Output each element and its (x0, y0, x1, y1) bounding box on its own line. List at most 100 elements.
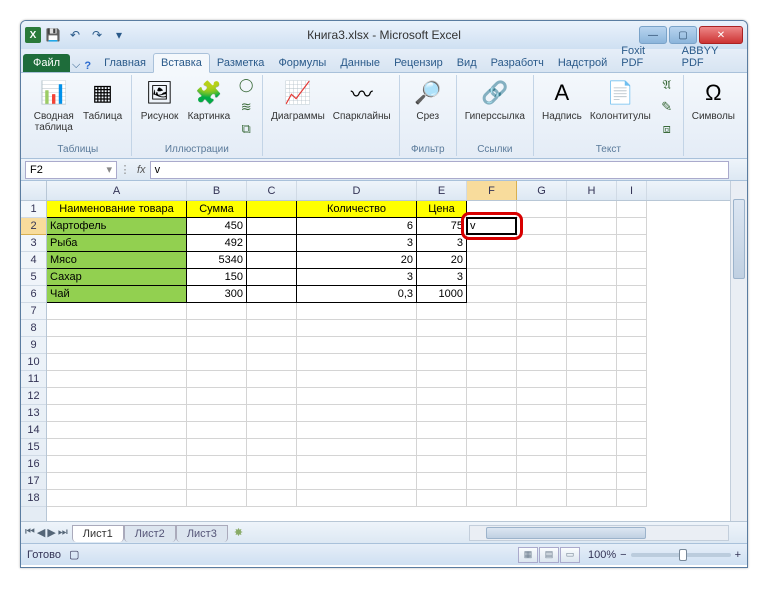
cell[interactable] (417, 371, 467, 388)
cell[interactable]: 3 (417, 235, 467, 252)
cell[interactable] (297, 439, 417, 456)
cell[interactable] (47, 439, 187, 456)
cell[interactable] (617, 354, 647, 371)
column-header[interactable]: C (247, 181, 297, 200)
cell[interactable] (247, 235, 297, 252)
cell[interactable] (417, 320, 467, 337)
cell[interactable]: Сумма (187, 201, 247, 218)
formula-bar[interactable]: v (150, 161, 729, 179)
cell[interactable] (187, 354, 247, 371)
cell[interactable] (617, 269, 647, 286)
cell[interactable] (47, 473, 187, 490)
symbols-button[interactable]: ΩСимволы (690, 75, 737, 124)
cell[interactable] (617, 388, 647, 405)
qat-save-button[interactable]: 💾 (43, 25, 63, 45)
cell[interactable] (517, 201, 567, 218)
cell[interactable] (417, 337, 467, 354)
cell[interactable] (47, 405, 187, 422)
cell[interactable] (187, 320, 247, 337)
cell[interactable] (617, 218, 647, 235)
cell[interactable] (617, 405, 647, 422)
cell[interactable] (187, 490, 247, 507)
cell[interactable]: Сахар (47, 269, 187, 286)
cell[interactable] (567, 371, 617, 388)
cell[interactable]: 492 (187, 235, 247, 252)
cell[interactable] (517, 337, 567, 354)
fx-icon[interactable]: fx (137, 164, 146, 176)
cell[interactable]: 5340 (187, 252, 247, 269)
cell[interactable] (517, 320, 567, 337)
cell[interactable] (187, 473, 247, 490)
wordart-button[interactable]: 𝔄 (657, 75, 677, 95)
sheet-tab[interactable]: Лист2 (124, 525, 176, 542)
cell[interactable] (567, 439, 617, 456)
cell[interactable] (417, 456, 467, 473)
object-button[interactable]: ⧈ (657, 119, 677, 139)
ribbon-tab[interactable]: Вставка (153, 53, 210, 73)
cell[interactable] (517, 286, 567, 303)
row-header[interactable]: 13 (21, 405, 46, 422)
macro-record-icon[interactable]: ▢ (69, 548, 79, 561)
cell[interactable] (567, 490, 617, 507)
cell[interactable] (617, 422, 647, 439)
cell[interactable]: 0,3 (297, 286, 417, 303)
cell[interactable] (247, 218, 297, 235)
cell[interactable] (297, 490, 417, 507)
cell[interactable]: 20 (297, 252, 417, 269)
screenshot-button[interactable]: ⧉ (236, 119, 256, 139)
cell[interactable]: 3 (297, 235, 417, 252)
cell[interactable] (567, 422, 617, 439)
scrollbar-thumb[interactable] (733, 199, 745, 279)
cell[interactable] (467, 371, 517, 388)
cell[interactable]: 6 (297, 218, 417, 235)
cell[interactable] (47, 303, 187, 320)
cell[interactable] (297, 303, 417, 320)
cell[interactable]: Мясо (47, 252, 187, 269)
sigline-button[interactable]: ✎ (657, 97, 677, 117)
cell[interactable] (47, 388, 187, 405)
cell[interactable] (417, 473, 467, 490)
cell[interactable] (467, 320, 517, 337)
cell[interactable] (567, 286, 617, 303)
row-header[interactable]: 11 (21, 371, 46, 388)
cell[interactable] (617, 286, 647, 303)
cell[interactable] (247, 422, 297, 439)
cell[interactable] (417, 439, 467, 456)
cell[interactable] (417, 354, 467, 371)
cell[interactable] (467, 456, 517, 473)
cell[interactable] (517, 269, 567, 286)
cell[interactable] (467, 473, 517, 490)
cell[interactable] (517, 371, 567, 388)
cell[interactable] (297, 320, 417, 337)
cell[interactable] (617, 252, 647, 269)
ribbon-tab[interactable]: Foxit PDF (614, 42, 674, 72)
cell[interactable] (187, 388, 247, 405)
cell[interactable] (47, 456, 187, 473)
new-sheet-button[interactable]: ✸ (228, 524, 249, 541)
column-header[interactable]: H (567, 181, 617, 200)
cell[interactable] (517, 405, 567, 422)
cell[interactable] (47, 320, 187, 337)
cell[interactable] (417, 490, 467, 507)
sheet-nav-last[interactable]: ⏭ (58, 526, 68, 539)
cell[interactable] (617, 303, 647, 320)
cell[interactable] (517, 439, 567, 456)
cell[interactable] (417, 422, 467, 439)
cell[interactable]: 3 (297, 269, 417, 286)
view-normal-button[interactable]: ▦ (518, 547, 538, 563)
cell[interactable] (47, 422, 187, 439)
ribbon-tab[interactable]: Формулы (271, 54, 333, 72)
cell[interactable] (617, 371, 647, 388)
cell[interactable] (567, 388, 617, 405)
cell[interactable] (567, 456, 617, 473)
cell[interactable] (467, 354, 517, 371)
row-header[interactable]: 6 (21, 286, 46, 303)
cell[interactable] (467, 201, 517, 218)
cell[interactable] (467, 235, 517, 252)
view-layout-button[interactable]: ▤ (539, 547, 559, 563)
cell[interactable] (617, 473, 647, 490)
cell[interactable] (467, 269, 517, 286)
cell[interactable] (187, 422, 247, 439)
row-header[interactable]: 14 (21, 422, 46, 439)
column-header[interactable]: F (467, 181, 517, 200)
